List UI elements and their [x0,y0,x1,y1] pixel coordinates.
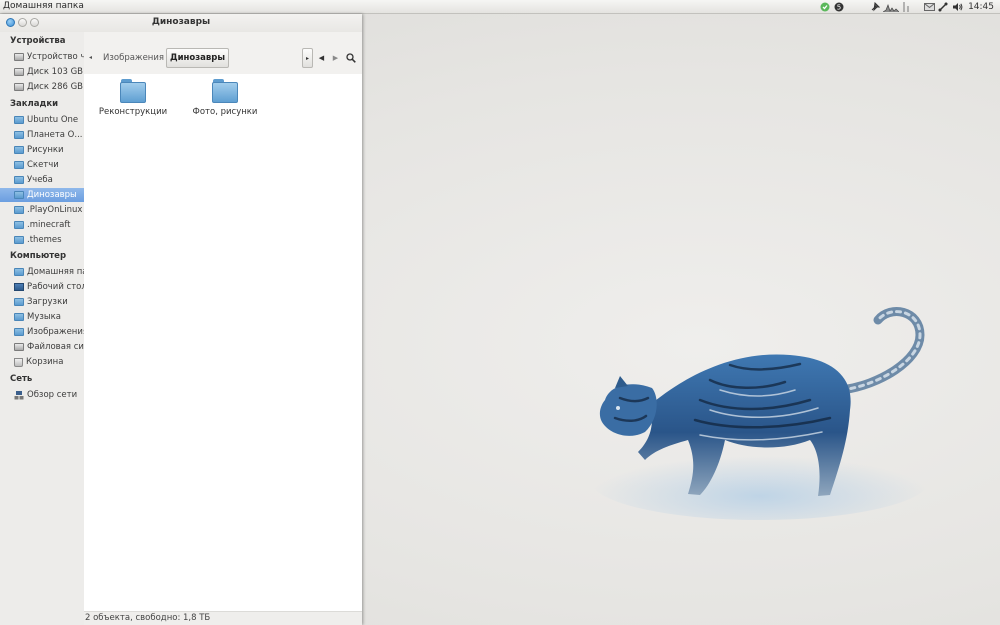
sidebar-item-ucheba[interactable]: Учеба [0,173,84,187]
skype-icon[interactable]: 5 [832,0,846,14]
sidebar-item-disk-286[interactable]: Диск 286 GB [0,80,84,94]
status-bar: 2 объекта, свободно: 1,8 ТБ [84,611,362,625]
trash-icon [14,357,23,367]
sidebar-section-computer: Компьютер [10,251,67,261]
file-item[interactable]: Фото, рисунки [175,79,275,117]
folder-icon [120,79,146,103]
mail-icon[interactable] [922,0,936,14]
sidebar-item-risunki[interactable]: Рисунки [0,143,84,157]
sidebar-item-trash[interactable]: Корзина [0,355,84,369]
window-titlebar[interactable]: Динозавры [0,14,362,32]
places-sidebar: Устройства Устройство чтения Диск 103 GB… [0,32,84,625]
breadcrumb-dinosaurs[interactable]: Динозавры [166,48,230,68]
sidebar-item-planeta[interactable]: Планета О... [0,128,84,142]
folder-icon [14,221,24,229]
desktop-icon [14,283,24,291]
home-folder-icon [14,268,24,276]
crumb-scroll-left-icon[interactable]: ◂ [89,54,92,61]
filesystem-icon [14,343,24,351]
sidebar-item-pictures[interactable]: Изображения [0,325,84,339]
folder-icon [14,146,24,154]
sidebar-section-network: Сеть [10,374,33,384]
drive-icon [14,68,24,76]
search-icon[interactable] [345,48,356,68]
sidebar-item-disk-103[interactable]: Диск 103 GB [0,65,84,79]
sidebar-item-music[interactable]: Музыка [0,310,84,324]
sidebar-section-bookmarks: Закладки [10,99,59,109]
system-tray: 5 14:45 [818,0,994,14]
sidebar-item-sketchi[interactable]: Скетчи [0,158,84,172]
folder-icon [212,79,238,103]
sidebar-item-browse-network[interactable]: Обзор сети [0,388,84,402]
network-icon [14,390,24,400]
breadcrumb-pictures[interactable]: Изображения [100,48,167,68]
path-bar: ◂ Изображения Динозавры ▸ ◀ ▶ [84,32,362,74]
folder-icon [14,176,24,184]
folder-icon [14,191,24,199]
folder-icon [14,116,24,124]
sidebar-section-devices: Устройства [10,36,66,46]
drive-icon [14,53,24,61]
sidebar-item-device-reader[interactable]: Устройство чтения [0,50,84,64]
pictures-folder-icon [14,328,24,336]
sidebar-item-desktop[interactable]: Рабочий стол [0,280,84,294]
ubuntu-one-icon[interactable] [818,0,832,14]
clock[interactable]: 14:45 [968,0,994,14]
music-folder-icon [14,313,24,321]
folder-icon [14,206,24,214]
svg-text:5: 5 [837,4,841,12]
sidebar-item-playonlinux[interactable]: .PlayOnLinux [0,203,84,217]
sidebar-item-downloads[interactable]: Загрузки [0,295,84,309]
file-label: Фото, рисунки [192,107,258,117]
drive-icon [14,83,24,91]
crumb-scroll-right-icon[interactable]: ▸ [302,48,313,68]
network-icon[interactable] [936,0,950,14]
desktop: Домашняя папка 5 14:45 Динозавры Устройс… [0,0,1000,625]
top-panel: Домашняя папка 5 14:45 [0,0,1000,14]
sidebar-item-filesystem[interactable]: Файловая система [0,340,84,354]
sidebar-item-home[interactable]: Домашняя папка [0,265,84,279]
system-monitor-icon[interactable] [882,0,900,14]
sidebar-item-ubuntu-one[interactable]: Ubuntu One [0,113,84,127]
file-item[interactable]: Реконструкции [83,79,183,117]
sidebar-item-minecraft[interactable]: .minecraft [0,218,84,232]
sidebar-item-dinozavry[interactable]: Динозавры [0,188,84,202]
folder-icon [14,161,24,169]
forward-arrow-icon[interactable]: ▶ [330,48,341,68]
sidebar-item-themes[interactable]: .themes [0,233,84,247]
pin-icon[interactable] [868,0,882,14]
file-view[interactable]: Реконструкции Фото, рисунки [84,74,362,625]
back-arrow-icon[interactable]: ◀ [316,48,327,68]
file-label: Реконструкции [98,107,168,117]
volume-icon[interactable] [950,0,964,14]
folder-icon [14,236,24,244]
window-title: Динозавры [151,17,211,27]
active-app-title: Домашняя папка [3,1,84,11]
wallpaper-ocelot-image [590,307,930,520]
file-manager-window: Динозавры Устройства Устройство чтения Д… [0,14,362,625]
folder-icon [14,131,24,139]
downloads-folder-icon [14,298,24,306]
